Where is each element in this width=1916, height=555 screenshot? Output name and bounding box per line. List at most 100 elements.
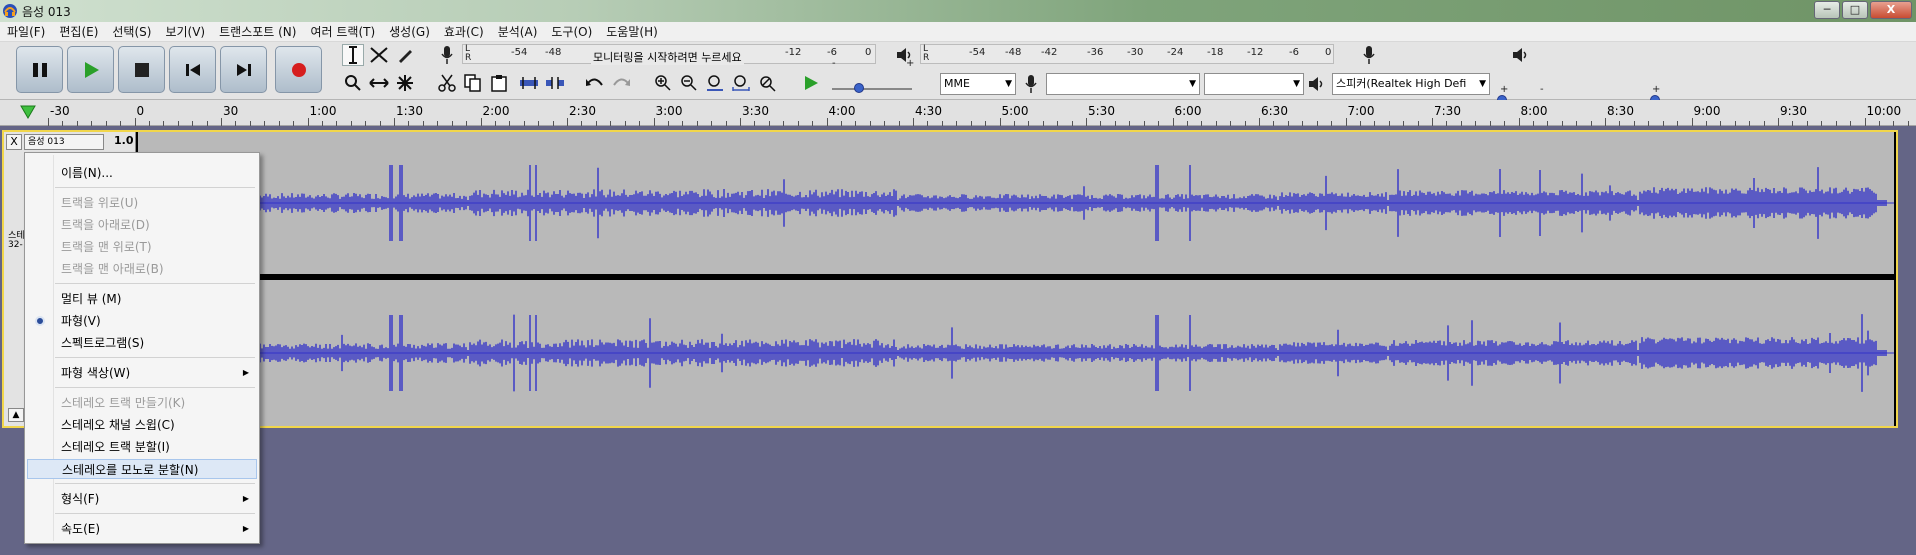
silence-audio-button[interactable] bbox=[544, 72, 566, 94]
menu-tracks[interactable]: 여러 트랙(T) bbox=[303, 23, 382, 40]
track-collapse-button[interactable]: ▲ bbox=[8, 408, 24, 422]
record-device-select[interactable]: ▼ bbox=[1046, 73, 1200, 95]
time-shift-tool[interactable] bbox=[368, 72, 390, 94]
timeline-minor-tick bbox=[754, 121, 756, 126]
multi-tool[interactable] bbox=[394, 72, 416, 94]
timeline-minor-tick bbox=[1100, 121, 1102, 126]
timeline-tick bbox=[480, 118, 482, 126]
playback-device-select[interactable]: 스피커(Realtek High Defi ▼ bbox=[1332, 73, 1490, 95]
menu-analyze[interactable]: 분석(A) bbox=[491, 23, 545, 40]
zoom-tool[interactable] bbox=[342, 72, 364, 94]
timeline-tick bbox=[653, 118, 655, 126]
timeline-tick bbox=[1086, 118, 1087, 126]
timeline-minor-tick bbox=[840, 121, 842, 126]
zoom-toggle-button[interactable] bbox=[756, 72, 778, 94]
menu-generate[interactable]: 생성(G) bbox=[382, 23, 437, 40]
menu-item-move-down[interactable]: 트랙을 아래로(D) bbox=[27, 215, 257, 235]
menu-item-waveform[interactable]: 파형(V) bbox=[27, 311, 257, 331]
cut-button[interactable] bbox=[436, 72, 458, 94]
timeline-minor-tick bbox=[1504, 121, 1506, 126]
redo-button[interactable] bbox=[610, 72, 632, 94]
timeline-ruler[interactable]: -30 0 30 1:00 1:30 2:00 2:30 3:00 3:30 4:00 4:30 5:… bbox=[0, 100, 1916, 126]
playback-meter[interactable]: L R -54 -48 -42 -36 -30 -24 -18 -12 -6 0 bbox=[920, 44, 1334, 64]
pause-button[interactable] bbox=[16, 46, 63, 93]
timeline-tick bbox=[1345, 118, 1347, 126]
record-meter[interactable]: L R -54 -48 모니터링을 시작하려면 누르세요 -12 -6 0 bbox=[462, 44, 876, 65]
waveform-channel-left[interactable] bbox=[138, 132, 1894, 274]
waveform-channel-right[interactable] bbox=[138, 280, 1894, 426]
timeline-minor-tick bbox=[62, 121, 64, 126]
track-close-button[interactable]: X bbox=[6, 134, 22, 150]
timeline-minor-tick bbox=[927, 121, 929, 126]
menu-item-multi-view[interactable]: 멀티 뷰 (M) bbox=[27, 289, 257, 309]
menu-effect[interactable]: 효과(C) bbox=[437, 23, 491, 40]
zoom-out-icon bbox=[681, 75, 697, 91]
draw-tool[interactable] bbox=[394, 44, 416, 66]
menu-tools[interactable]: 도구(O) bbox=[544, 23, 599, 40]
zoom-out-button[interactable] bbox=[678, 72, 700, 94]
menu-item-move-top[interactable]: 트랙을 맨 위로(T) bbox=[27, 237, 257, 257]
menu-file[interactable]: 파일(F) bbox=[0, 23, 52, 40]
paste-button[interactable] bbox=[488, 72, 510, 94]
fit-selection-button[interactable] bbox=[704, 72, 726, 94]
timeline-minor-tick bbox=[1648, 121, 1650, 126]
timeline-minor-tick bbox=[1302, 121, 1304, 126]
radio-checked-icon bbox=[35, 316, 45, 326]
zoom-in-button[interactable] bbox=[652, 72, 674, 94]
copy-button[interactable] bbox=[462, 72, 484, 94]
menu-select[interactable]: 선택(S) bbox=[105, 23, 158, 40]
menu-item-wave-color[interactable]: 파형 색상(W) ▶ bbox=[27, 363, 257, 383]
undo-button[interactable] bbox=[584, 72, 606, 94]
play-scale-label: -36 bbox=[1087, 47, 1104, 58]
envelope-tool[interactable] bbox=[368, 44, 390, 66]
fit-project-button[interactable] bbox=[730, 72, 752, 94]
menu-item-swap-channels[interactable]: 스테레오 채널 스윕(C) bbox=[27, 415, 257, 435]
menu-item-make-stereo[interactable]: 스테레오 트랙 만들기(K) bbox=[27, 393, 257, 413]
menu-item-name[interactable]: 이름(N)... bbox=[27, 163, 257, 183]
record-channels-select[interactable]: ▼ bbox=[1204, 73, 1304, 95]
timeline-tick bbox=[48, 118, 49, 126]
skip-to-end-button[interactable] bbox=[220, 46, 267, 93]
play-speed-slider-track[interactable] bbox=[832, 88, 912, 90]
close-window-button[interactable]: X bbox=[1870, 1, 1912, 19]
timeline-minor-tick bbox=[1821, 121, 1823, 126]
menu-item-split-to-mono[interactable]: 스테레오를 모노로 분할(N) bbox=[27, 459, 257, 479]
timeline-minor-tick bbox=[595, 121, 597, 126]
menu-view[interactable]: 보기(V) bbox=[158, 23, 212, 40]
timeline-minor-tick bbox=[768, 121, 770, 126]
stop-button[interactable] bbox=[118, 46, 165, 93]
timeline-tick bbox=[221, 118, 222, 126]
play-speed-slider[interactable] bbox=[854, 83, 864, 93]
timeline-minor-tick bbox=[1792, 121, 1794, 126]
menu-item-move-bottom[interactable]: 트랙을 맨 아래로(B) bbox=[27, 259, 257, 279]
menu-help[interactable]: 도움말(H) bbox=[599, 23, 665, 40]
trim-icon bbox=[520, 77, 538, 89]
record-button[interactable] bbox=[275, 46, 322, 93]
minimize-button[interactable]: ─ bbox=[1814, 1, 1840, 19]
maximize-button[interactable]: □ bbox=[1842, 1, 1868, 19]
record-meter-button[interactable] bbox=[436, 44, 458, 66]
audio-host-select[interactable]: MME ▼ bbox=[940, 73, 1016, 95]
menu-item-split-stereo[interactable]: 스테레오 트랙 분할(I) bbox=[27, 437, 257, 457]
play-button[interactable] bbox=[67, 46, 114, 93]
menu-item-rate[interactable]: 속도(E) ▶ bbox=[27, 519, 257, 539]
timeline-minor-tick bbox=[365, 121, 367, 126]
timeline-minor-tick bbox=[1677, 121, 1679, 126]
play-at-speed-button[interactable] bbox=[800, 72, 822, 94]
timeline-label: 4:00 bbox=[828, 104, 856, 118]
toolbar-area: L R -54 -48 모니터링을 시작하려면 누르세요 -12 -6 0 L … bbox=[0, 42, 1916, 105]
menu-item-move-up[interactable]: 트랙을 위로(U) bbox=[27, 193, 257, 213]
audacity-logo-icon bbox=[3, 4, 17, 18]
play-scale-label: -24 bbox=[1167, 47, 1184, 58]
skip-to-start-button[interactable] bbox=[169, 46, 216, 93]
selection-tool[interactable] bbox=[342, 44, 364, 66]
track-name-menu-button[interactable]: 음성 013 bbox=[24, 134, 104, 150]
trim-audio-button[interactable] bbox=[518, 72, 540, 94]
menu-edit[interactable]: 편집(E) bbox=[52, 23, 105, 40]
menu-item-format[interactable]: 형식(F) ▶ bbox=[27, 489, 257, 509]
menu-item-spectrogram[interactable]: 스펙트로그램(S) bbox=[27, 333, 257, 353]
copy-icon bbox=[464, 74, 481, 92]
menu-transport[interactable]: 트랜스포트 (N) bbox=[212, 23, 303, 40]
timeline-minor-tick bbox=[797, 121, 799, 126]
timeline-minor-tick bbox=[1331, 121, 1333, 126]
